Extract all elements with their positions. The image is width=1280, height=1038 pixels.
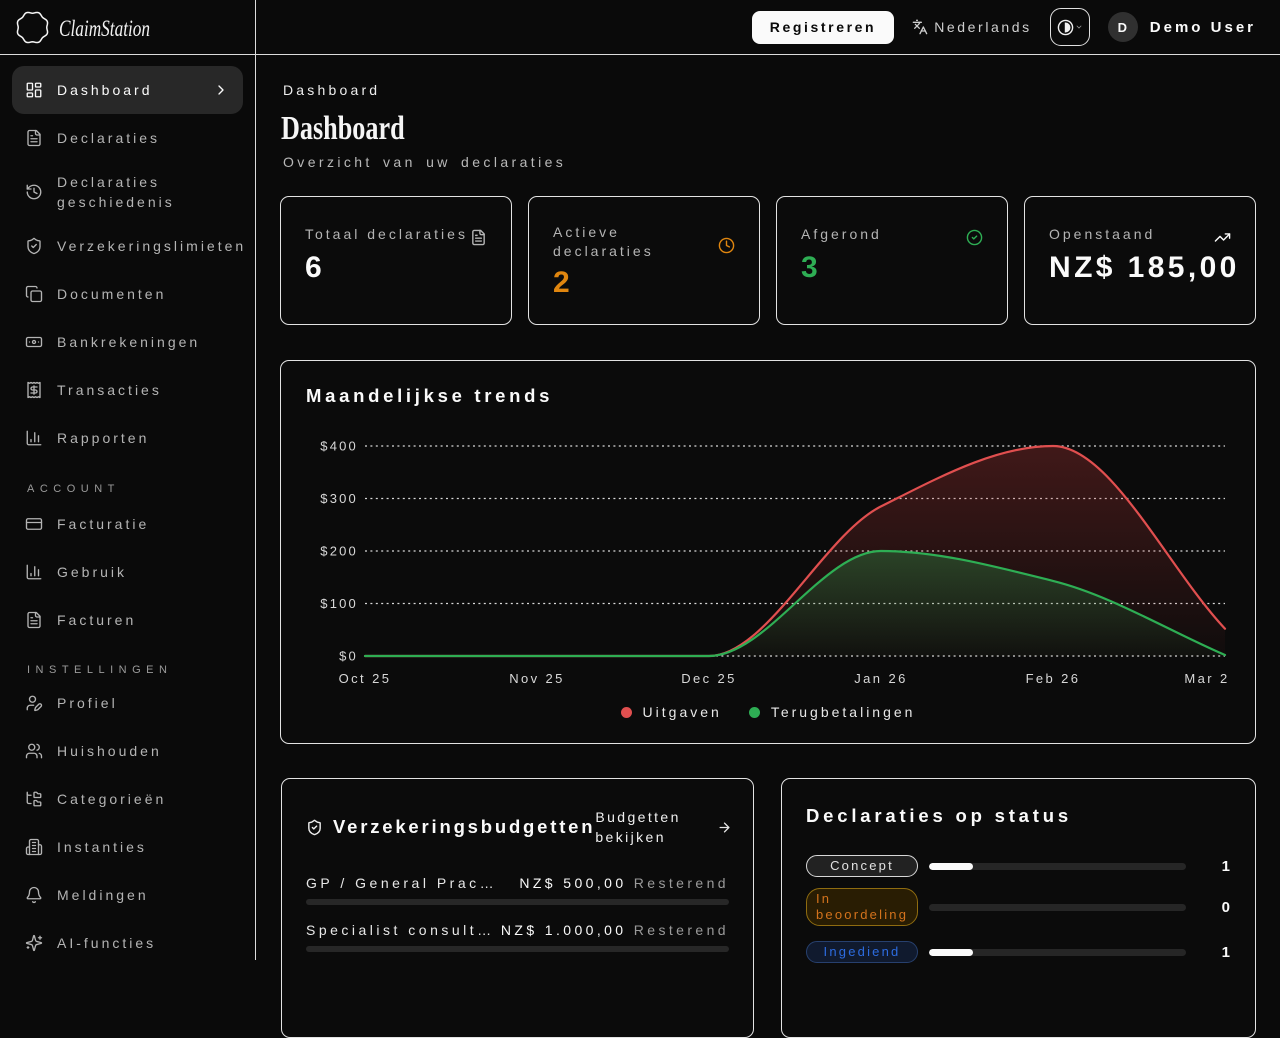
svg-text:Mar 2: Mar 2 xyxy=(1184,671,1229,686)
svg-text:Dec 25: Dec 25 xyxy=(681,671,737,686)
svg-text:Feb 26: Feb 26 xyxy=(1026,671,1081,686)
svg-text:$0: $0 xyxy=(339,649,358,664)
svg-text:$300: $300 xyxy=(320,491,358,506)
svg-text:Jan 26: Jan 26 xyxy=(854,671,907,686)
svg-text:$400: $400 xyxy=(320,439,358,454)
svg-text:Oct 25: Oct 25 xyxy=(339,671,392,686)
svg-text:Nov 25: Nov 25 xyxy=(509,671,565,686)
svg-text:$100: $100 xyxy=(320,596,358,611)
svg-text:$200: $200 xyxy=(320,544,358,559)
